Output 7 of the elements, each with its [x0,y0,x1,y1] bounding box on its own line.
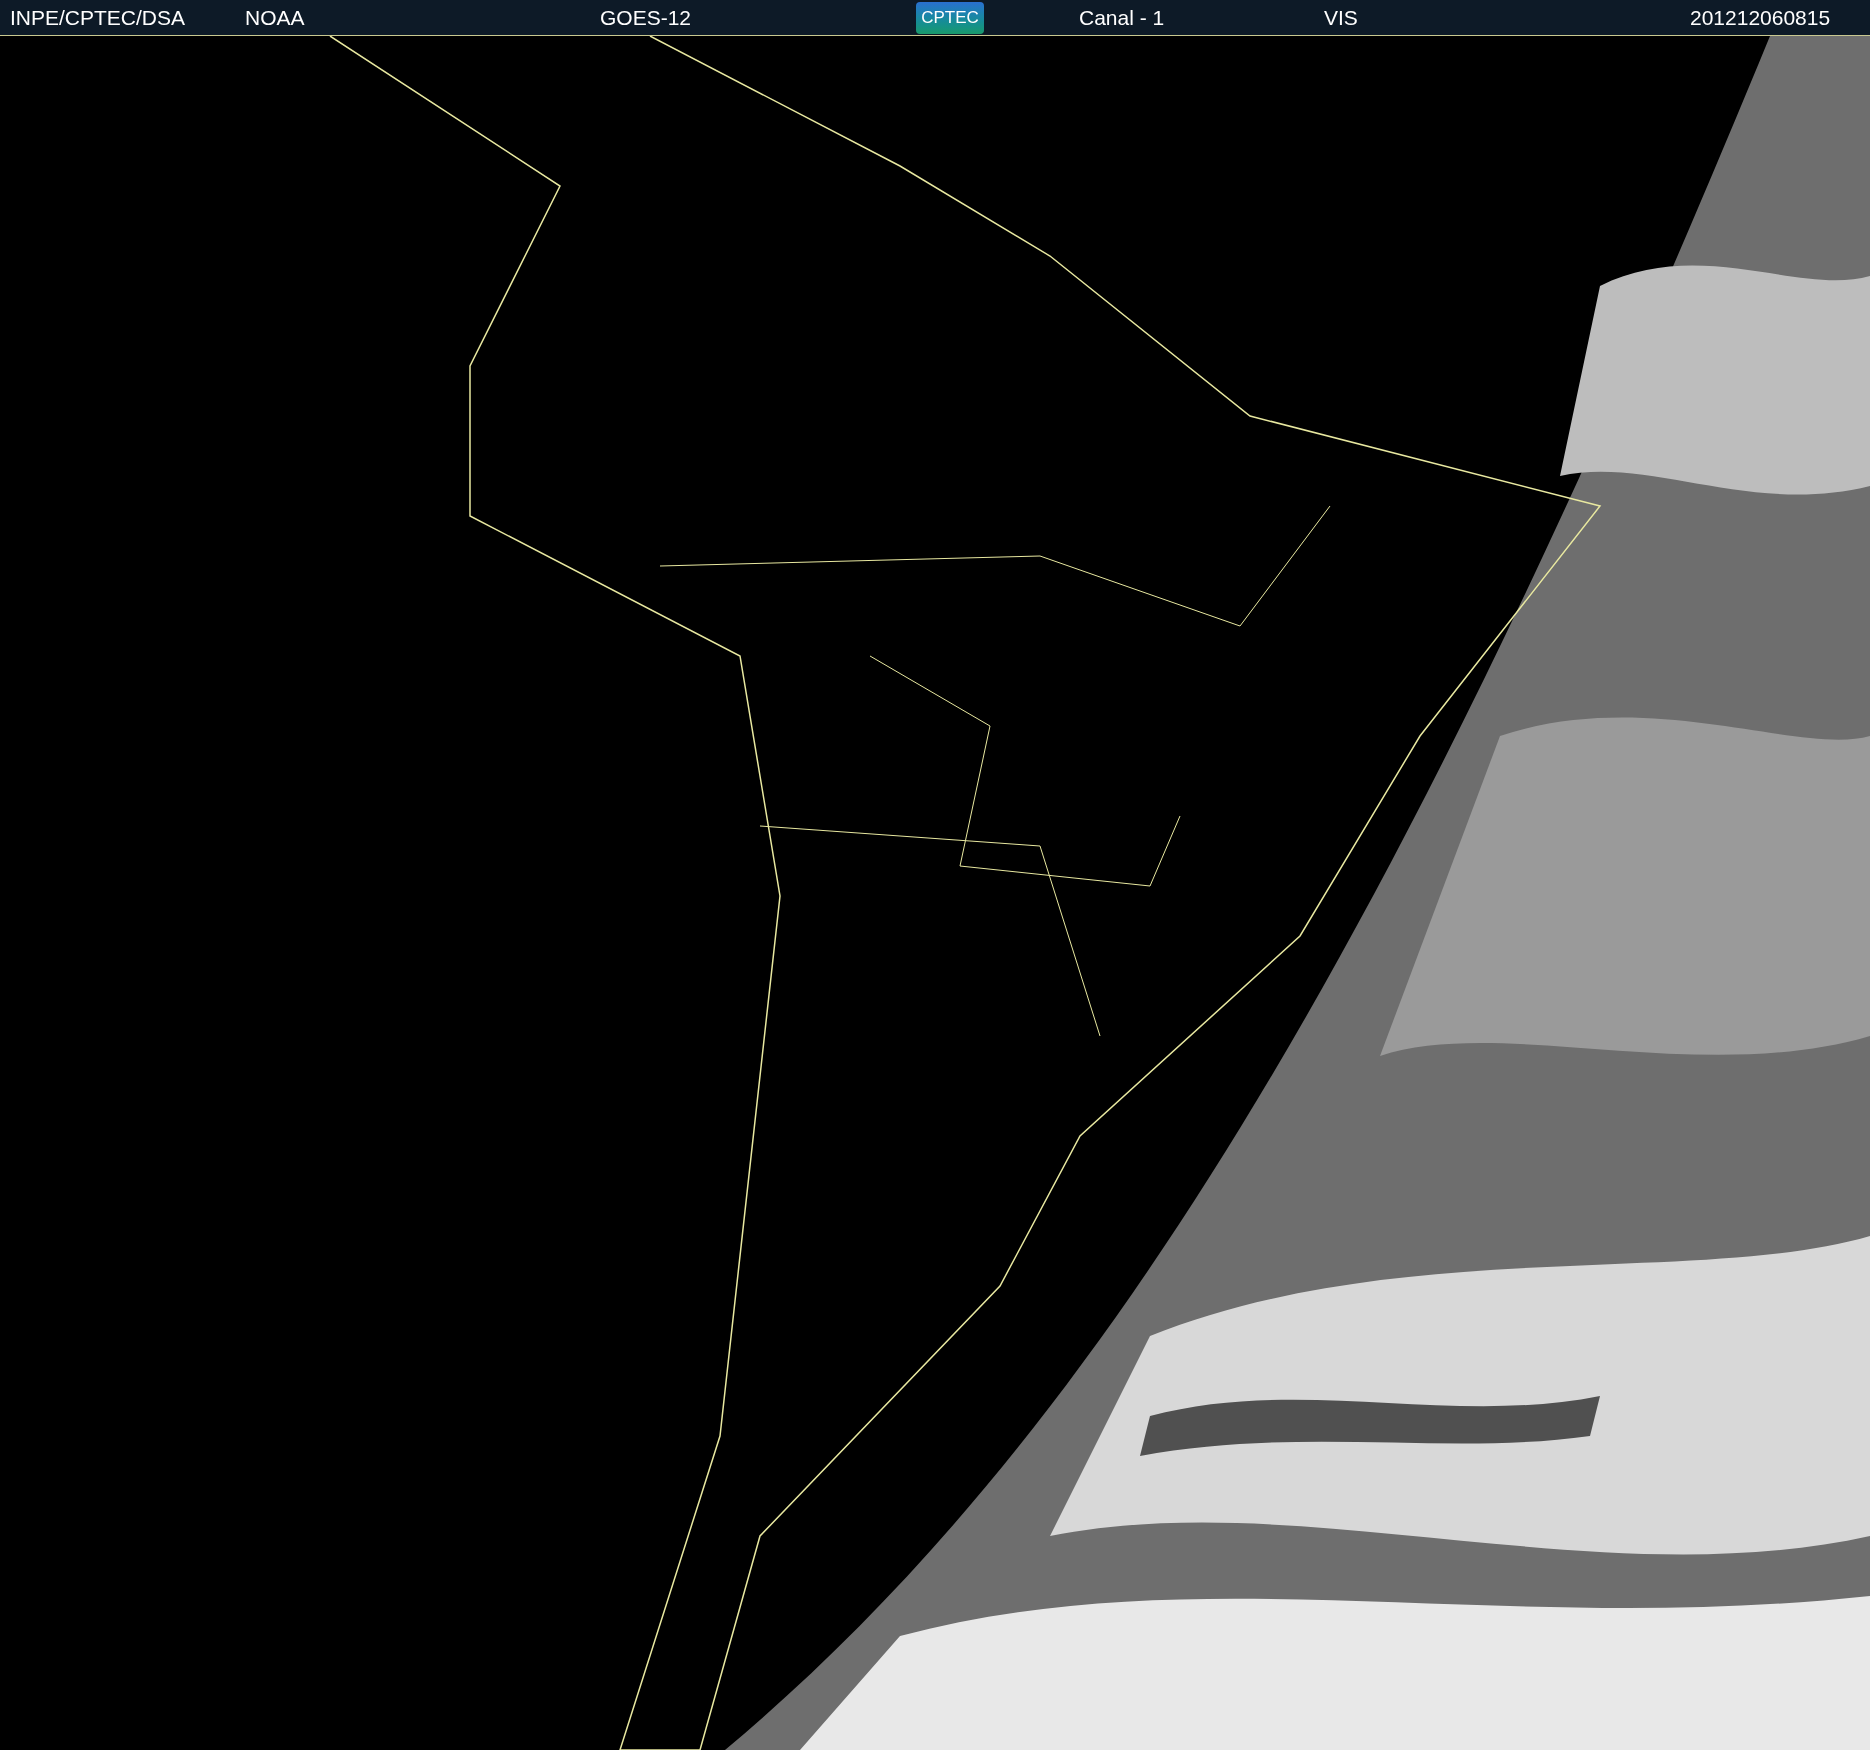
logo-badge: CPTEC [916,1,984,34]
band-label: VIS [1324,7,1359,28]
channel-label: Canal - 1 [1079,7,1166,28]
timestamp-label: 201212060815 [1690,7,1831,28]
source-label: INPE/CPTEC/DSA [10,7,187,28]
satellite-label: GOES-12 [600,7,693,28]
agency-label: NOAA [245,7,306,28]
